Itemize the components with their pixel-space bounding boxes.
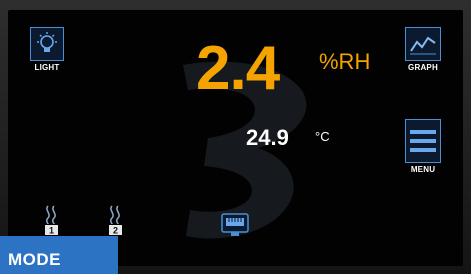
network-button[interactable] [221,212,249,238]
humidity-value: 2.4 [196,34,280,103]
mode-label: MODE [8,250,61,269]
display-screen: LIGHT GRAPH 2.4 %RH 24.9 °C MENU 1 2 [8,10,463,266]
temperature-unit: °C [315,129,330,144]
mode-button[interactable]: MODE [0,236,118,274]
ethernet-port-icon [221,213,249,236]
light-button[interactable]: LIGHT [30,27,64,72]
temperature-value: 24.9 [246,125,289,150]
graph-label: GRAPH [408,63,438,72]
light-label: LIGHT [34,63,60,72]
menu-button[interactable]: MENU [405,119,441,174]
light-bulb-icon [30,27,64,61]
hamburger-menu-icon [405,119,441,163]
menu-label: MENU [410,165,436,174]
humidity-unit: %RH [319,49,371,74]
probe-2-label: 2 [113,226,118,236]
heater-probe-icon: 1 [45,205,58,236]
device-bezel: LIGHT GRAPH 2.4 %RH 24.9 °C MENU 1 2 [0,0,471,274]
probe-2-button[interactable]: 2 [106,204,126,238]
graph-button[interactable]: GRAPH [405,27,441,72]
heater-probe-icon: 2 [109,205,122,236]
probe-1-label: 1 [49,226,54,236]
probe-1-button[interactable]: 1 [42,204,62,238]
line-graph-icon [405,27,441,61]
